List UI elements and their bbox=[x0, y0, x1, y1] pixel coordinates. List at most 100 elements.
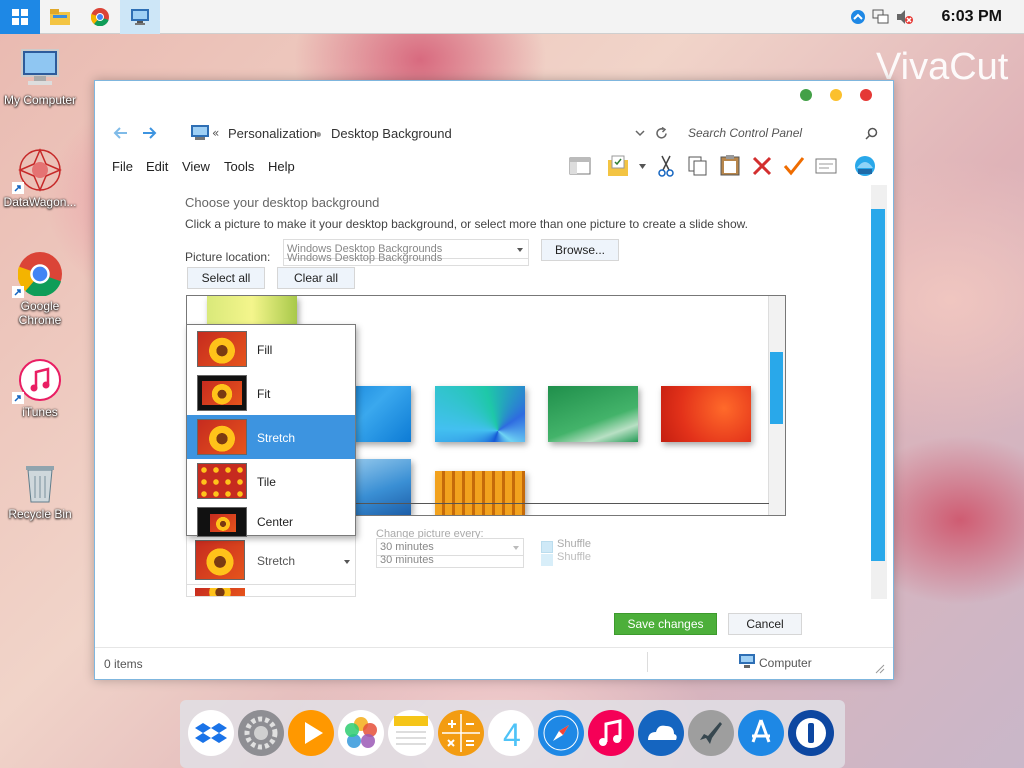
show-hidden-icons-icon[interactable] bbox=[850, 9, 866, 25]
position-option-fit[interactable]: Fit bbox=[187, 371, 355, 415]
menu-help[interactable]: Help bbox=[268, 159, 295, 174]
shuffle-checkbox[interactable] bbox=[541, 541, 553, 553]
browse-button[interactable]: Browse... bbox=[541, 239, 619, 261]
clock[interactable]: 6:03 PM bbox=[942, 8, 1002, 26]
picture-orange-building[interactable] bbox=[435, 471, 525, 515]
network-icon[interactable] bbox=[872, 9, 890, 25]
menu-tools[interactable]: Tools bbox=[224, 159, 254, 174]
music-icon[interactable] bbox=[588, 710, 634, 756]
dropdown-arrow-icon[interactable] bbox=[639, 164, 646, 169]
chrome-icon bbox=[91, 7, 109, 26]
position-option-stretch[interactable]: Stretch bbox=[187, 415, 355, 459]
paste-icon[interactable] bbox=[720, 154, 740, 176]
desktop-icon-itunes[interactable]: iTunes bbox=[0, 358, 80, 419]
taskbar-file-explorer[interactable] bbox=[40, 0, 80, 34]
window-scrollbar-thumb[interactable] bbox=[871, 209, 885, 561]
picture-location-ghost: Windows Desktop Backgrounds bbox=[283, 252, 529, 266]
computer-icon bbox=[18, 46, 62, 90]
cut-icon[interactable] bbox=[657, 155, 675, 177]
control-panel-icon bbox=[131, 8, 149, 25]
search-input[interactable]: Search Control Panel bbox=[688, 126, 802, 140]
start-button[interactable] bbox=[0, 0, 40, 34]
dropbox-icon[interactable] bbox=[188, 710, 234, 756]
four-icon[interactable]: 4 bbox=[488, 710, 534, 756]
volume-muted-icon[interactable] bbox=[896, 9, 914, 25]
desktop-icon-label: iTunes bbox=[22, 405, 58, 419]
picture-red[interactable] bbox=[661, 386, 751, 442]
picture-yellow-flower[interactable] bbox=[207, 296, 297, 326]
resize-grip-icon[interactable] bbox=[875, 664, 885, 674]
close-button[interactable] bbox=[860, 89, 872, 101]
cancel-button[interactable]: Cancel bbox=[728, 613, 802, 635]
shell-icon[interactable] bbox=[853, 154, 877, 178]
picture-green[interactable] bbox=[548, 386, 638, 442]
taskbar-control-panel[interactable] bbox=[120, 0, 160, 34]
position-option-label: Center bbox=[257, 515, 294, 529]
save-changes-button[interactable]: Save changes bbox=[614, 613, 717, 635]
taskbar-chrome[interactable] bbox=[80, 0, 120, 34]
datawagon-icon bbox=[12, 148, 62, 194]
breadcrumb-desktop-background[interactable]: Desktop Background bbox=[331, 126, 452, 141]
1password-icon[interactable] bbox=[788, 710, 834, 756]
desktop-icon-label: Recycle Bin bbox=[8, 507, 72, 521]
folder-options-icon[interactable] bbox=[607, 155, 629, 177]
chevron-down-icon bbox=[344, 560, 350, 564]
instructions-text: Click a picture to make it your desktop … bbox=[185, 217, 748, 231]
menu-edit[interactable]: Edit bbox=[146, 159, 168, 174]
maximize-button[interactable] bbox=[800, 89, 812, 101]
position-option-center[interactable]: Center bbox=[187, 503, 355, 537]
desktop-icon-my-computer[interactable]: My Computer bbox=[0, 46, 80, 107]
layout-pane-icon[interactable] bbox=[569, 157, 591, 175]
position-option-tile[interactable]: Tile bbox=[187, 459, 355, 503]
picture-location-label: Picture location: bbox=[185, 250, 271, 264]
select-all-button[interactable]: Select all bbox=[187, 267, 265, 289]
calculator-icon[interactable] bbox=[438, 710, 484, 756]
chevron-down-icon bbox=[513, 546, 519, 550]
breadcrumb-separator bbox=[316, 132, 321, 137]
desktop-icon-recycle-bin[interactable]: Recycle Bin bbox=[0, 460, 80, 521]
photos-icon[interactable] bbox=[338, 710, 384, 756]
menu-view[interactable]: View bbox=[182, 159, 210, 174]
copy-icon[interactable] bbox=[688, 156, 708, 176]
settings-icon[interactable] bbox=[238, 710, 284, 756]
fit-preview-thumbnail bbox=[197, 375, 247, 411]
position-option-label: Tile bbox=[257, 475, 276, 489]
safari-icon[interactable] bbox=[538, 710, 584, 756]
desktop-icon-label: My Computer bbox=[3, 93, 77, 107]
picture-blue-fan[interactable] bbox=[435, 386, 525, 442]
app-store-icon[interactable] bbox=[738, 710, 784, 756]
windows-logo-icon bbox=[12, 8, 28, 25]
menu-bar: File Edit View Tools Help bbox=[95, 151, 893, 181]
chrome-icon bbox=[12, 252, 62, 298]
chevron-down-icon[interactable] bbox=[635, 129, 645, 137]
picture-position-select[interactable]: Stretch bbox=[186, 535, 356, 597]
menu-file[interactable]: File bbox=[112, 159, 133, 174]
breadcrumb-personalization[interactable]: Personalization bbox=[228, 126, 317, 141]
clear-all-button[interactable]: Clear all bbox=[277, 267, 355, 289]
position-option-fill[interactable]: Fill bbox=[187, 327, 355, 371]
minimize-button[interactable] bbox=[830, 89, 842, 101]
back-arrow-icon[interactable] bbox=[113, 126, 129, 140]
title-bar[interactable] bbox=[95, 81, 893, 115]
fill-preview-thumbnail bbox=[197, 331, 247, 367]
refresh-icon[interactable] bbox=[655, 127, 668, 140]
notes-icon[interactable] bbox=[388, 710, 434, 756]
shuffle-label-ghost: Shuffle bbox=[557, 551, 592, 563]
desktop-icon-google-chrome[interactable]: Google Chrome bbox=[0, 252, 80, 327]
recycle-bin-icon bbox=[18, 460, 62, 504]
folder-icon bbox=[50, 8, 70, 25]
launchpad-icon[interactable] bbox=[688, 710, 734, 756]
checkmark-icon[interactable] bbox=[783, 156, 805, 176]
delete-icon[interactable] bbox=[752, 156, 772, 176]
infuse-icon[interactable] bbox=[288, 710, 334, 756]
page-heading: Choose your desktop background bbox=[185, 195, 380, 210]
desktop-icon-datawagon[interactable]: DataWagon... bbox=[0, 148, 80, 209]
interval-ghost-text: 30 minutes bbox=[380, 554, 434, 566]
search-icon[interactable] bbox=[865, 127, 878, 140]
picture-position-value: Stretch bbox=[257, 554, 296, 568]
status-computer-label: Computer bbox=[759, 656, 812, 670]
onedrive-icon[interactable] bbox=[638, 710, 684, 756]
scrollbar-thumb[interactable] bbox=[770, 352, 783, 424]
forward-arrow-icon[interactable] bbox=[141, 126, 157, 140]
properties-icon[interactable] bbox=[815, 158, 837, 174]
